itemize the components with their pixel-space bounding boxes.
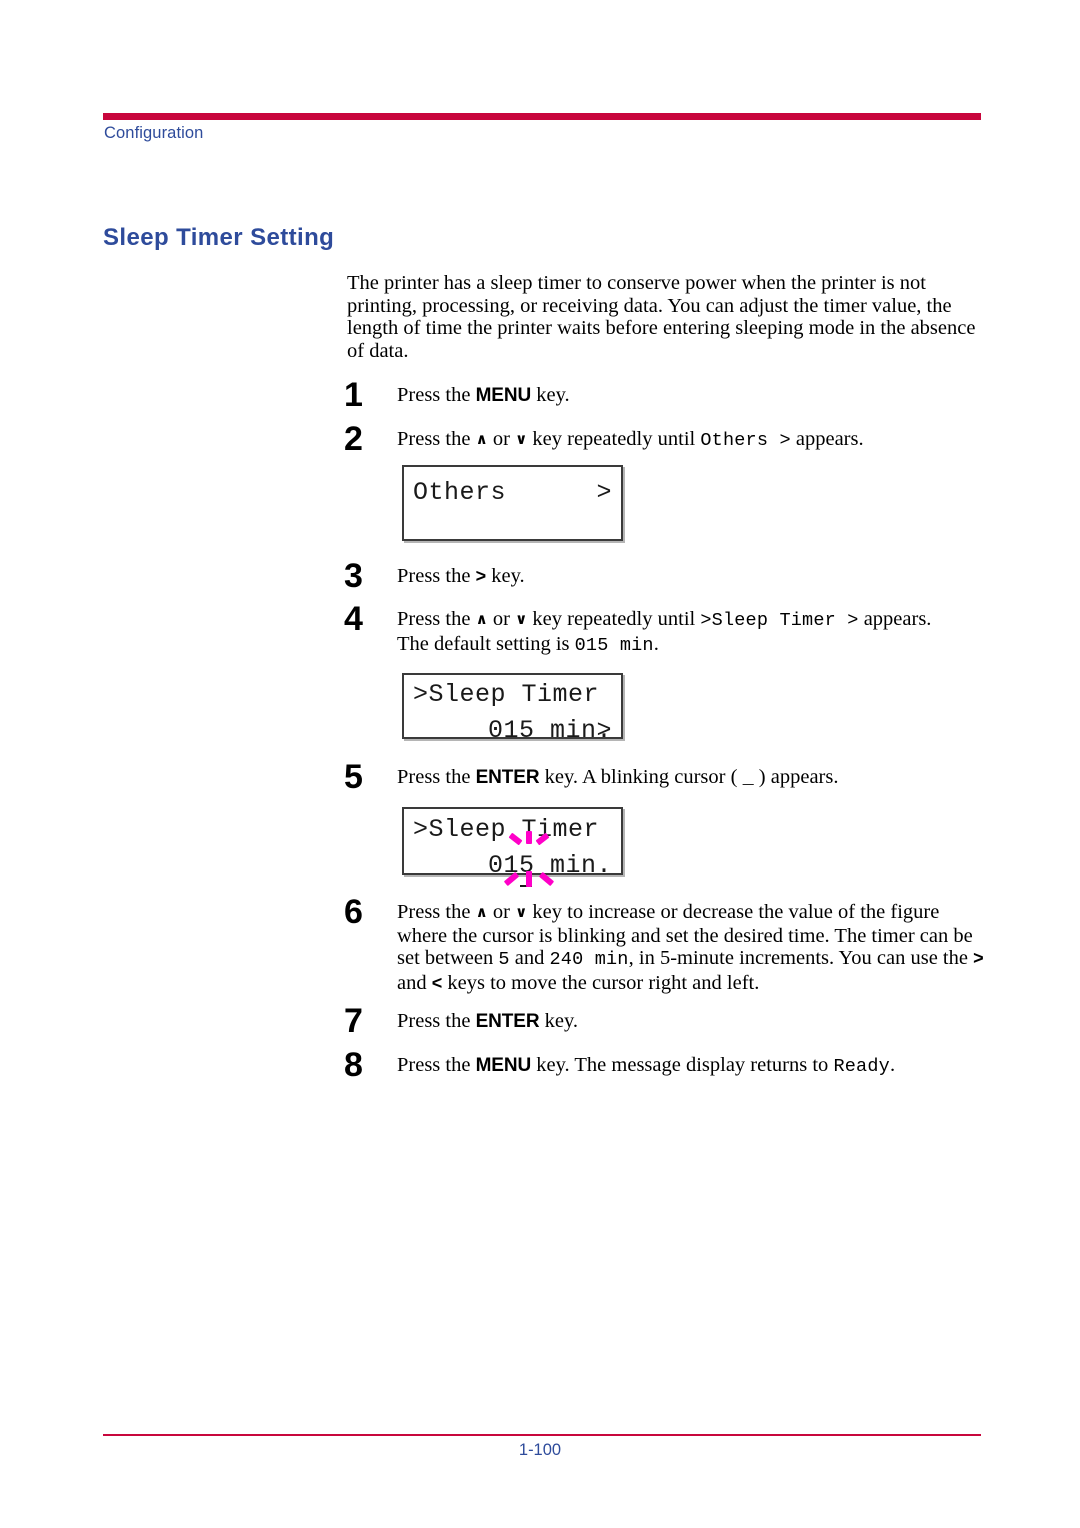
lcd-display-others: Others > (402, 465, 623, 541)
step-text-post: key. (486, 565, 525, 587)
lcd-line-2-cursor-char: 5 (518, 851, 535, 880)
step-text-pre: Press the (397, 901, 476, 923)
header-accent-rule (103, 113, 981, 120)
step-text-post2: ) appears. (753, 766, 839, 788)
page-title: Sleep Timer Setting (103, 224, 335, 251)
key-label-enter: ENTER (475, 1011, 540, 1032)
step-text: Press the > key. (397, 565, 989, 588)
lcd-line-1-left: >Sleep Timer (413, 815, 600, 844)
down-arrow-key-icon: ∨ (515, 903, 528, 921)
key-label-right-arrow: > (475, 566, 487, 586)
key-label-menu: MENU (475, 385, 532, 406)
up-arrow-key-icon: ∧ (475, 903, 488, 921)
lcd-line-1-left: Others (413, 478, 507, 507)
step-text-pre: Press the (397, 1010, 476, 1032)
step-number: 7 (344, 1002, 363, 1040)
step-text: Press the ∧ or ∨ key repeatedly until >S… (397, 608, 989, 657)
step-text: Press the ENTER key. (397, 1010, 989, 1034)
lcd-line-2-after: min. (534, 851, 612, 880)
page-number: 1-100 (518, 1441, 562, 1459)
step-text-post: keys to move the cursor right and left. (442, 971, 760, 994)
step-text-line2-pre: The default setting is (397, 632, 575, 655)
step-text-line2-post: . (653, 632, 659, 655)
key-label-enter: ENTER (475, 767, 540, 788)
lcd-inline-ready-text: Ready (833, 1056, 890, 1077)
lcd-line-1-right: > (596, 478, 612, 507)
step-number: 8 (344, 1046, 363, 1084)
step-text-mid: or (487, 901, 516, 923)
step-number: 2 (344, 420, 363, 458)
document-page: Configuration Sleep Timer Setting The pr… (0, 0, 1080, 1528)
step-number: 3 (344, 557, 363, 595)
footer-accent-rule (103, 1434, 981, 1436)
step-number: 4 (344, 600, 363, 638)
lcd-inline-text: >Sleep Timer > (700, 610, 859, 631)
key-label-right-arrow: > (973, 948, 984, 969)
lcd-line-1: >Sleep Timer > (404, 677, 621, 745)
lcd-line-1-left: >Sleep Timer (413, 680, 600, 709)
lcd-line-1: Others > (404, 475, 621, 511)
step-text: Press the ∧ or ∨ key repeatedly until Ot… (397, 428, 989, 453)
down-arrow-key-icon: ∨ (515, 430, 528, 448)
lcd-line-2-before: 01 (487, 851, 519, 880)
step-text-mid2: key repeatedly until (527, 608, 701, 630)
step-text-mid4: , in 5-minute increments. You can use th… (628, 947, 974, 970)
timer-min-value: 5 (498, 949, 510, 971)
step-text-pre: Press the (397, 565, 476, 587)
step-number: 6 (344, 893, 363, 931)
step-text-pre: Press the (397, 384, 476, 406)
blinking-cursor-digit: 5 (518, 848, 535, 887)
step-text-pre: Press the (397, 766, 476, 788)
step-text-mid: or (487, 608, 516, 630)
step-text-post: key. (539, 1010, 579, 1032)
step-text-post2: . (889, 1054, 896, 1076)
step-text: Press the ∧ or ∨ key to increase or decr… (397, 901, 989, 994)
down-arrow-key-icon: ∨ (515, 610, 528, 628)
running-header: Configuration (104, 124, 204, 142)
step-text-pre: Press the (397, 428, 476, 450)
step-text-mid2: key repeatedly until (527, 428, 701, 450)
lcd-line-2: 015 min. (404, 848, 621, 887)
step-text-pre: Press the (397, 608, 476, 630)
key-label-left-arrow: < (431, 972, 443, 993)
lcd-display-sleep-timer: >Sleep Timer > 015 min. (402, 673, 623, 745)
step-text: Press the ENTER key. A blinking cursor (… (397, 766, 989, 791)
step-text-post: key. (531, 384, 570, 406)
timer-max-value: 240 min (549, 949, 629, 971)
cursor-underline-icon (519, 885, 533, 887)
step-text-post: appears. (858, 608, 932, 630)
step-text: Press the MENU key. (397, 384, 989, 408)
up-arrow-key-icon: ∧ (475, 430, 488, 448)
step-text-post: key. A blinking cursor ( (539, 766, 743, 788)
step-text-pre: Press the (397, 1054, 476, 1076)
lcd-line-2 (404, 511, 621, 547)
step-text-mid: or (487, 428, 516, 450)
intro-paragraph: The printer has a sleep timer to conserv… (347, 272, 976, 362)
lcd-line-1: >Sleep Timer (404, 812, 621, 848)
step-text-post: key. The message display returns to (531, 1054, 834, 1076)
lcd-inline-default-value: 015 min (574, 634, 654, 656)
lcd-display-sleep-timer-cursor: >Sleep Timer 015 min. (402, 807, 623, 887)
step-text-mid3: and (509, 947, 550, 970)
step-number: 1 (344, 376, 363, 414)
step-text-mid5: and (397, 971, 432, 994)
up-arrow-key-icon: ∧ (475, 610, 488, 628)
key-label-menu: MENU (475, 1055, 532, 1076)
step-number: 5 (344, 758, 363, 796)
step-text: Press the MENU key. The message display … (397, 1054, 989, 1079)
lcd-inline-text: Others > (700, 430, 791, 451)
step-text-post: appears. (790, 428, 864, 450)
cursor-glyph: _ (742, 768, 754, 789)
